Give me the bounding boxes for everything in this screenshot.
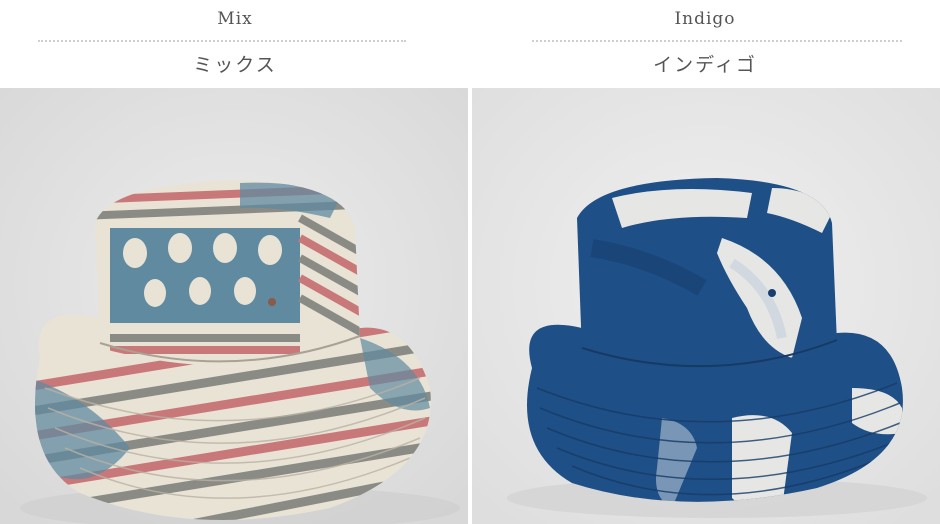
color-name-ja: インディゴ: [653, 54, 757, 76]
dotted-divider: [38, 40, 406, 42]
mix-hat-illustration: [0, 88, 468, 524]
product-photo-mix[interactable]: [0, 88, 468, 524]
color-name-en: Mix: [217, 9, 253, 29]
dotted-divider: [532, 40, 902, 42]
color-name-en: Indigo: [674, 9, 736, 29]
product-card-mix[interactable]: Mix ミックス: [0, 0, 470, 524]
label-block-mix: Mix ミックス: [0, 0, 470, 88]
product-card-indigo[interactable]: Indigo インディゴ: [470, 0, 940, 524]
product-photo-indigo[interactable]: [472, 88, 940, 524]
label-block-indigo: Indigo インディゴ: [470, 0, 940, 88]
product-color-comparison: Mix ミックス Indigo インディゴ: [0, 0, 940, 524]
color-name-ja: ミックス: [193, 54, 277, 76]
indigo-hat-illustration: [472, 88, 940, 524]
